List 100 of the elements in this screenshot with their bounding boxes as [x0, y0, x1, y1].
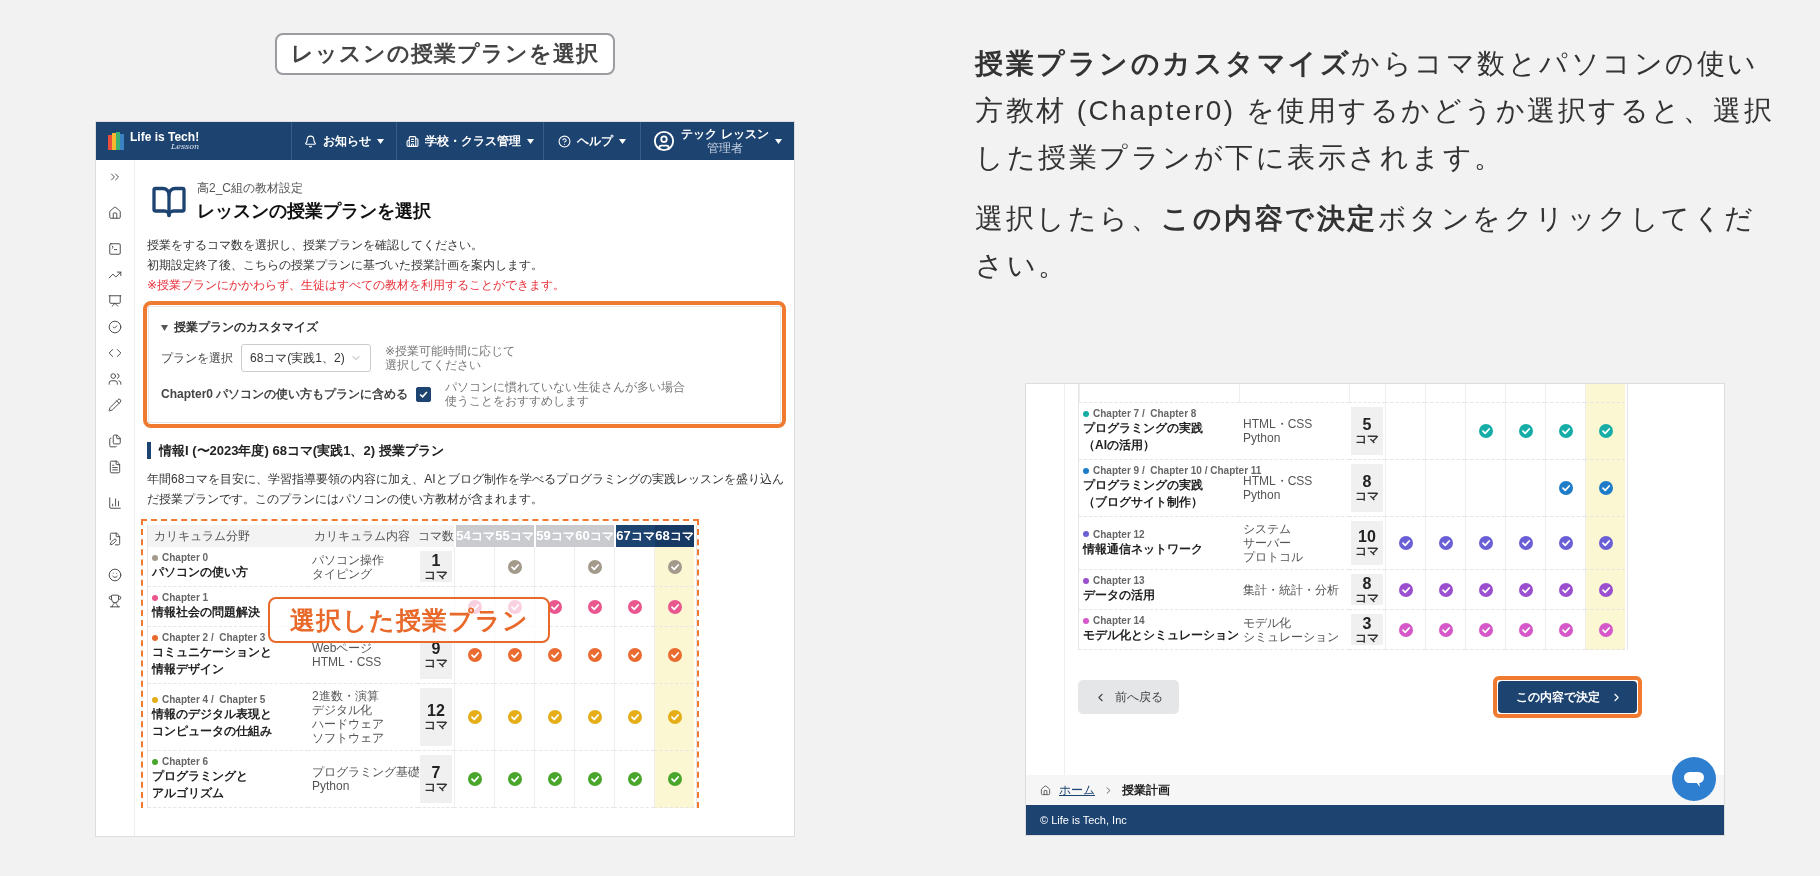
check-icon — [467, 772, 482, 786]
hint-text: 使うことをおすすめします — [445, 394, 591, 408]
check-icon — [507, 772, 522, 786]
check-icon — [1518, 536, 1533, 550]
footer-text: © Life is Tech, Inc — [1026, 805, 1724, 835]
check-icon — [587, 559, 602, 574]
explanation-text: 授業プランのカスタマイズからコマ数とパソコンの使い方教材 (Chapter0) を使用するかどうか選択すると、選択した授業プランが下に表示されます。 — [975, 47, 1775, 175]
curriculum-name: 情報通信ネットワーク — [1083, 540, 1204, 558]
check-icon — [1398, 622, 1413, 637]
check-icon — [667, 599, 682, 614]
check-icon — [1518, 424, 1533, 438]
caret-icon — [377, 138, 384, 144]
lesson-count: 8 コマ — [1351, 574, 1383, 605]
check-icon — [667, 559, 682, 574]
file-edit-icon[interactable] — [108, 532, 122, 546]
check-icon — [1478, 622, 1493, 637]
users-icon[interactable] — [108, 372, 122, 386]
chapter-label: Chapter 0 — [162, 552, 209, 563]
curriculum-name: コミュニケーションと 情報デザイン — [152, 644, 273, 678]
curriculum-content: HTML・CSS Python — [1243, 417, 1314, 445]
curriculum-name: プログラミングと アルゴリズム — [152, 768, 249, 802]
chapter-label: Chapter 7 / Chapter 8 — [1093, 408, 1197, 419]
checkmark-icon — [419, 389, 429, 399]
smile-icon[interactable] — [108, 568, 122, 582]
check-icon — [1558, 536, 1573, 550]
check-icon — [467, 648, 482, 662]
check-icon — [627, 710, 642, 724]
check-icon — [1598, 536, 1613, 550]
nav-menu[interactable]: お知らせ — [291, 122, 396, 160]
plan-select[interactable]: 68コマ(実践1、2) — [241, 344, 371, 372]
nav-menu[interactable]: 学校・クラス管理 — [396, 122, 543, 160]
curriculum-name: プログラミングの実践 （ブログサイト制作） — [1083, 477, 1204, 511]
trophy-icon[interactable] — [108, 594, 122, 608]
plan-header[interactable]: 68コマ — [655, 525, 694, 547]
chat-icon[interactable] — [1672, 757, 1716, 801]
home-icon — [1040, 784, 1051, 796]
chapter-label: Chapter 6 — [162, 756, 209, 767]
confirm-button[interactable]: この内容で決定 — [1498, 681, 1637, 713]
intro-text: 授業をするコマ数を選択し、授業プランを確認してください。 — [147, 237, 484, 254]
column-header: コマ数 — [418, 525, 454, 547]
breadcrumb-current: 授業計画 — [1122, 781, 1170, 799]
check-icon — [1478, 582, 1493, 597]
curriculum-content: モデル化 シミュレーション — [1243, 615, 1340, 644]
check-icon — [1438, 582, 1453, 597]
pencil-icon[interactable] — [108, 398, 122, 412]
nav-menu[interactable]: ヘルプ — [543, 122, 640, 160]
terminal-icon[interactable] — [108, 242, 122, 256]
chapter-label: Chapter 14 — [1093, 615, 1145, 626]
check-icon — [587, 648, 602, 662]
curriculum-content: HTML・CSS Python — [1243, 474, 1314, 502]
check-icon — [507, 648, 522, 662]
notice-text: ※授業プランにかかわらず、生徒はすべての教材を利用することができます。 — [147, 277, 567, 294]
check-icon — [507, 710, 522, 724]
logo-subtext: Lesson — [170, 143, 200, 151]
column-header: カリキュラム分野 — [148, 525, 308, 547]
section-caption: レッスンの授業プランを選択 — [275, 33, 615, 75]
check-icon — [1558, 424, 1573, 438]
check-circle-icon[interactable] — [108, 320, 122, 334]
checkbox[interactable] — [416, 386, 432, 402]
curriculum-content: Webページ HTML・CSS — [312, 641, 383, 669]
check-icon — [1478, 536, 1493, 550]
lesson-count: 8 コマ — [1351, 464, 1383, 512]
home-icon[interactable] — [108, 206, 122, 220]
caret-icon — [774, 138, 782, 144]
chart-icon[interactable] — [108, 496, 122, 510]
caret-icon — [619, 138, 626, 144]
building-icon — [406, 134, 419, 148]
files-icon[interactable] — [108, 434, 122, 448]
check-icon — [1518, 622, 1533, 637]
check-icon — [587, 599, 602, 614]
callout-label: 選択した授業プラン — [268, 597, 550, 643]
chapter-label: Chapter 9 / Chapter 10 / Chapter 11 — [1093, 465, 1262, 476]
lesson-count: 12 コマ — [420, 688, 452, 746]
back-button[interactable]: 前へ戻る — [1078, 680, 1179, 714]
presentation-icon[interactable] — [108, 294, 122, 308]
expand-icon[interactable] — [108, 170, 122, 184]
user-menu[interactable]: テック レッスン 管理者 — [640, 122, 794, 160]
code-icon[interactable] — [108, 346, 122, 360]
plan-description: 年間68コマを目安に、学習指導要領の内容に加え、AIとブログ制作を学べるプログラミングの実践レッスンを盛り込んだ授業プランです。このプランにはパソコンの使い方教材が含まれます。 — [147, 471, 784, 508]
plan-header[interactable]: 67コマ — [616, 525, 655, 547]
curriculum-content: プログラミング基礎 Python — [312, 765, 418, 793]
help-icon — [558, 134, 571, 148]
check-icon — [1598, 481, 1613, 495]
lesson-count: 7 コマ — [420, 755, 452, 803]
curriculum-name: データの活用 — [1083, 587, 1156, 604]
hint-text: 選択してください — [385, 358, 482, 372]
check-icon — [1478, 424, 1493, 438]
check-icon — [627, 772, 642, 786]
lesson-count: 1 コマ — [420, 551, 452, 582]
check-icon — [1398, 582, 1413, 597]
breadcrumb-link[interactable]: ホーム — [1059, 781, 1095, 799]
intro-text: 初期設定終了後、こちらの授業プランに基づいた授業計画を案内します。 — [147, 257, 544, 274]
check-icon — [667, 772, 682, 786]
field-label: Chapter0 パソコンの使い方もプランに含める — [161, 385, 409, 403]
customize-toggle[interactable]: 授業プランのカスタマイズ — [161, 319, 768, 336]
document-icon[interactable] — [108, 460, 122, 474]
caret-icon — [527, 138, 534, 144]
check-icon — [1518, 582, 1533, 597]
curriculum-name: プログラミングの実践 （AIの活用） — [1083, 420, 1204, 454]
curriculum-content: 2進数・演算 デジタル化 ハードウェア ソフトウェア — [312, 689, 385, 745]
